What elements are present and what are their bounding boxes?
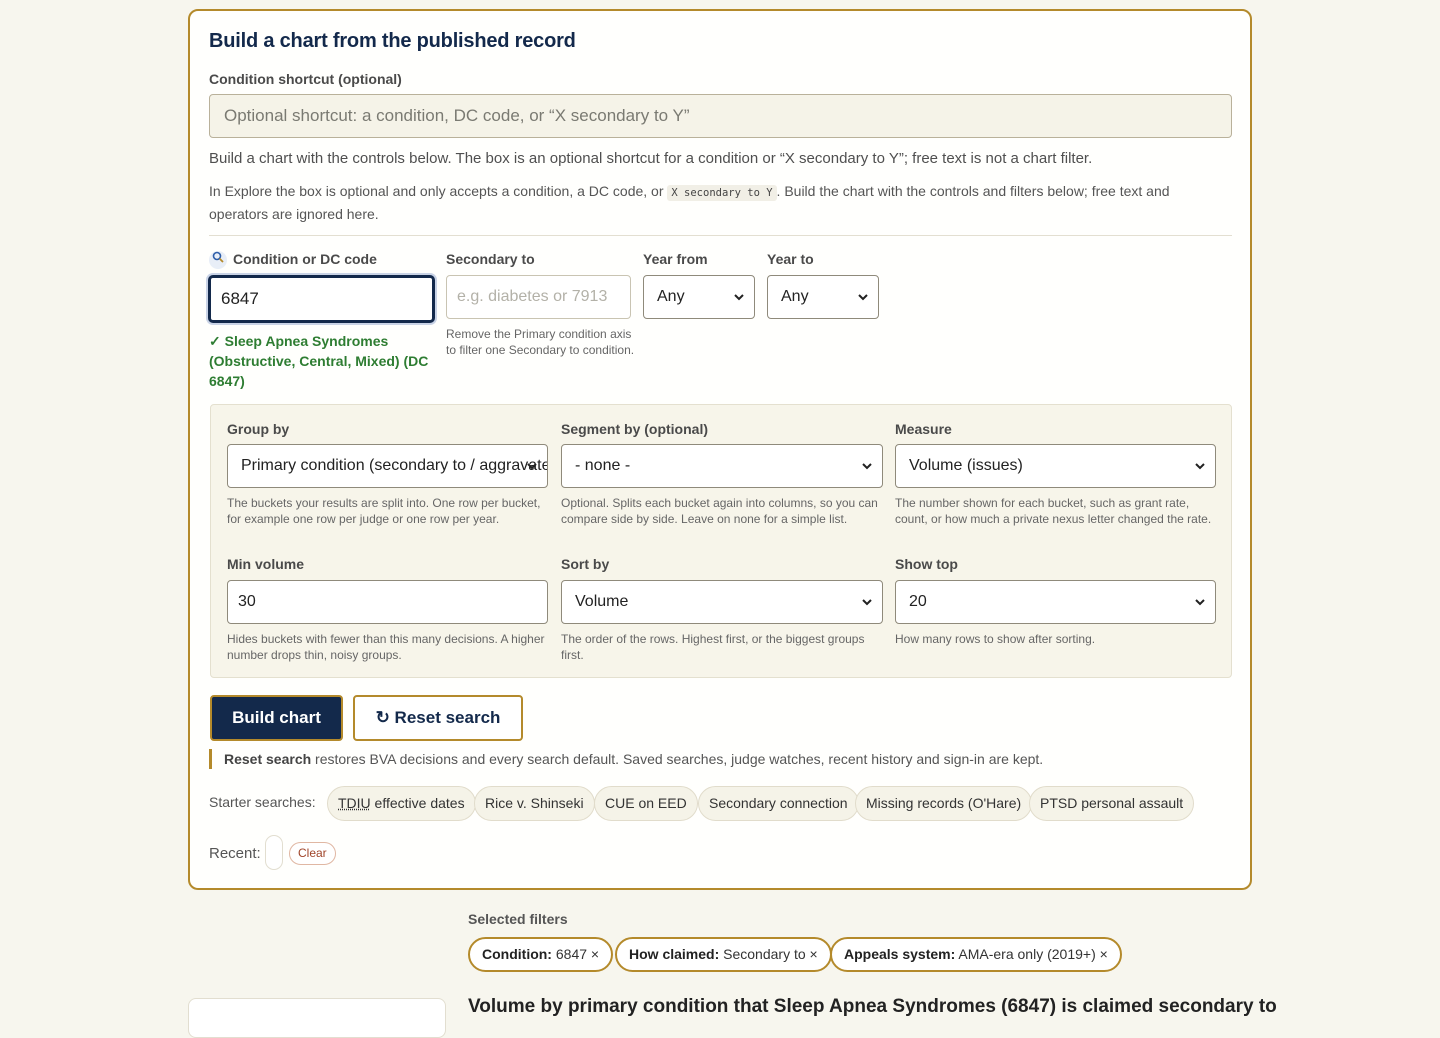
year-to-label: Year to xyxy=(767,251,814,267)
show-top-help: How many rows to show after sorting. xyxy=(895,632,1096,646)
min-volume-label: Min volume xyxy=(227,556,305,572)
starter-chip-tdiu[interactable]: TDIU effective dates xyxy=(327,786,476,821)
explore-help-code: X secondary to Y xyxy=(667,185,777,201)
year-to-value: Any xyxy=(781,288,809,305)
secondary-input[interactable] xyxy=(446,275,631,319)
tdiu-abbr: TDIU xyxy=(338,795,371,811)
build-chart-button[interactable]: Build chart xyxy=(210,695,343,741)
chevron-down-icon xyxy=(858,294,868,301)
clear-recent-button[interactable]: Clear xyxy=(289,842,336,865)
filter-chip-value: 6847 × xyxy=(551,946,600,962)
segment-label: Segment by (optional) xyxy=(561,421,708,437)
chart-builder-panel: Build a chart from the published record … xyxy=(188,9,1252,890)
measure-value: Volume (issues) xyxy=(909,457,1023,474)
tdiu-rest: effective dates xyxy=(370,795,465,811)
starter-chip[interactable]: CUE on EED xyxy=(594,786,698,821)
side-card xyxy=(188,998,446,1038)
filter-chip-value: AMA-era only (2019+) × xyxy=(955,946,1108,962)
starter-label: Starter searches: xyxy=(209,794,316,810)
filter-chip-value: Secondary to × xyxy=(719,946,818,962)
group-by-help: The buckets your results are split into.… xyxy=(227,496,541,526)
group-by-value: Primary condition (secondary to / aggrav… xyxy=(241,457,548,474)
filter-chip-key: Appeals system: xyxy=(844,946,956,962)
filter-chip-key: How claimed: xyxy=(629,946,720,962)
measure-select[interactable]: Volume (issues) xyxy=(895,444,1216,488)
starter-chip[interactable]: Rice v. Shinseki xyxy=(474,786,595,821)
condition-match: ✓ Sleep Apnea Syndromes (Obstructive, Ce… xyxy=(209,333,429,389)
chevron-down-icon xyxy=(734,294,744,301)
divider xyxy=(209,235,1232,236)
panel-title: Build a chart from the published record xyxy=(209,30,576,52)
reset-note: Reset search restores BVA decisions and … xyxy=(209,749,1043,769)
show-top-select[interactable]: 20 xyxy=(895,580,1216,624)
show-top-label: Show top xyxy=(895,556,958,572)
segment-help: Optional. Splits each bucket again into … xyxy=(561,496,878,526)
year-from-select[interactable]: Any xyxy=(643,275,755,319)
group-by-select[interactable]: Primary condition (secondary to / aggrav… xyxy=(227,444,548,488)
year-from-label: Year from xyxy=(643,251,708,267)
chevron-down-icon xyxy=(862,463,872,470)
secondary-help: Remove the Primary condition axis to fil… xyxy=(446,327,635,357)
shortcut-input[interactable] xyxy=(209,94,1232,138)
explore-help-text-a: In Explore the box is optional and only … xyxy=(209,183,664,199)
filter-chip-how-claimed[interactable]: How claimed: Secondary to × xyxy=(615,937,832,972)
min-volume-input[interactable] xyxy=(227,580,548,624)
explore-help: In Explore the box is optional and only … xyxy=(209,181,1229,225)
starter-chip[interactable]: PTSD personal assault xyxy=(1029,786,1195,821)
filter-chip-appeals-system[interactable]: Appeals system: AMA-era only (2019+) × xyxy=(830,937,1122,972)
filter-chip-key: Condition: xyxy=(482,946,552,962)
chevron-down-icon xyxy=(1195,599,1205,606)
reset-search-button[interactable]: ↻ Reset search xyxy=(353,695,523,741)
group-by-label: Group by xyxy=(227,421,290,437)
filter-chip-condition[interactable]: Condition: 6847 × xyxy=(468,937,614,972)
selected-filters-title: Selected filters xyxy=(468,911,568,927)
chevron-down-icon xyxy=(1195,463,1205,470)
result-title: Volume by primary condition that Sleep A… xyxy=(468,996,1277,1017)
sort-label: Sort by xyxy=(561,556,610,572)
segment-value: - none - xyxy=(575,457,631,474)
measure-help: The number shown for each bucket, such a… xyxy=(895,496,1212,526)
condition-input[interactable] xyxy=(208,275,435,323)
sort-value: Volume xyxy=(575,593,629,610)
recent-label: Recent: xyxy=(209,845,261,862)
sort-help: The order of the rows. Highest first, or… xyxy=(561,632,865,662)
condition-label: Condition or DC code xyxy=(209,251,377,270)
min-volume-help: Hides buckets with fewer than this many … xyxy=(227,632,545,662)
chart-options: Group by Primary condition (secondary to… xyxy=(210,404,1232,678)
year-to-select[interactable]: Any xyxy=(767,275,879,319)
chevron-down-icon xyxy=(527,463,537,470)
sort-select[interactable]: Volume xyxy=(561,580,883,624)
recent-list xyxy=(265,835,283,870)
show-top-value: 20 xyxy=(909,593,927,610)
reset-note-text: restores BVA decisions and every search … xyxy=(311,751,1044,767)
search-icon xyxy=(209,251,227,270)
measure-label: Measure xyxy=(895,421,952,437)
starter-chip[interactable]: Missing records (O'Hare) xyxy=(855,786,1033,821)
year-from-value: Any xyxy=(657,288,685,305)
reset-note-bold: Reset search xyxy=(224,751,312,767)
chevron-down-icon xyxy=(862,599,872,606)
shortcut-label: Condition shortcut (optional) xyxy=(209,71,402,87)
segment-select[interactable]: - none - xyxy=(561,444,883,488)
secondary-label: Secondary to xyxy=(446,251,535,267)
shortcut-help: Build a chart with the controls below. T… xyxy=(209,150,1093,167)
condition-label-text: Condition or DC code xyxy=(233,251,377,267)
starter-chip[interactable]: Secondary connection xyxy=(698,786,859,821)
